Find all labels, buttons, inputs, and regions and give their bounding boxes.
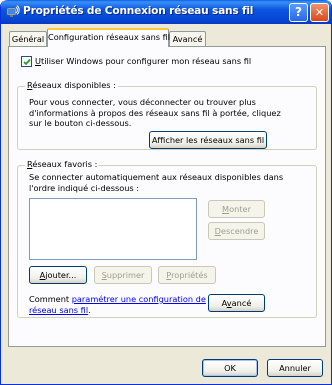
title-bar: Propriétés de Connexion réseau sans fil …: [1, 0, 331, 24]
learn-prefix: Comment: [29, 294, 72, 304]
tab-general[interactable]: Général: [9, 31, 47, 46]
properties-dialog: Propriétés de Connexion réseau sans fil …: [0, 0, 332, 385]
learn-config-link[interactable]: paramétrer une configuration de: [72, 294, 206, 304]
available-networks-legend: Réseaux disponibles :: [25, 80, 118, 90]
add-button[interactable]: Ajouter...: [29, 266, 87, 284]
ok-button[interactable]: OK: [202, 359, 258, 377]
advanced-button[interactable]: Avancé: [208, 294, 265, 312]
tab-advanced[interactable]: Avancé: [169, 31, 206, 46]
preferred-networks-list[interactable]: [29, 198, 197, 260]
move-down-button[interactable]: Descendre: [208, 222, 265, 240]
show-wireless-networks-button[interactable]: Afficher les réseaux sans fil: [149, 131, 267, 149]
learn-suffix: .: [88, 305, 91, 315]
available-networks-description: Pour vous connecter, vous déconnecter ou…: [29, 97, 281, 129]
description-line: d'informations à propos des réseaux sans…: [29, 107, 281, 118]
use-windows-checkbox[interactable]: [21, 56, 32, 67]
preferred-networks-legend: Réseaux favoris :: [25, 159, 100, 169]
preferred-networks-description: Se connecter automatiquement aux réseaux…: [29, 172, 283, 193]
network-connection-icon: [6, 5, 20, 17]
help-button[interactable]: ?: [289, 3, 308, 22]
tab-wireless-config[interactable]: Configuration réseaux sans fil: [47, 28, 170, 47]
description-line: Pour vous connecter, vous déconnecter ou…: [29, 97, 256, 107]
checkmark-icon: [23, 58, 31, 66]
description-line: l'ordre indiqué ci-dessous :: [29, 182, 140, 193]
move-up-button[interactable]: Monter: [208, 200, 265, 218]
window-title: Propriétés de Connexion réseau sans fil: [23, 5, 254, 17]
learn-config-link-cont[interactable]: réseau sans fil: [29, 305, 88, 315]
use-windows-label[interactable]: Utiliser Windows pour configurer mon rés…: [35, 56, 251, 66]
cancel-button[interactable]: Annuler: [267, 359, 323, 377]
learn-about-config: Comment paramétrer une configuration de …: [29, 294, 206, 316]
description-line: Se connecter automatiquement aux réseaux…: [29, 172, 284, 182]
remove-button[interactable]: Supprimer: [94, 266, 152, 284]
description-line: sur le bouton ci-dessous.: [29, 118, 132, 128]
close-button[interactable]: ✕: [310, 3, 329, 22]
properties-button[interactable]: Propriétés: [158, 266, 216, 284]
